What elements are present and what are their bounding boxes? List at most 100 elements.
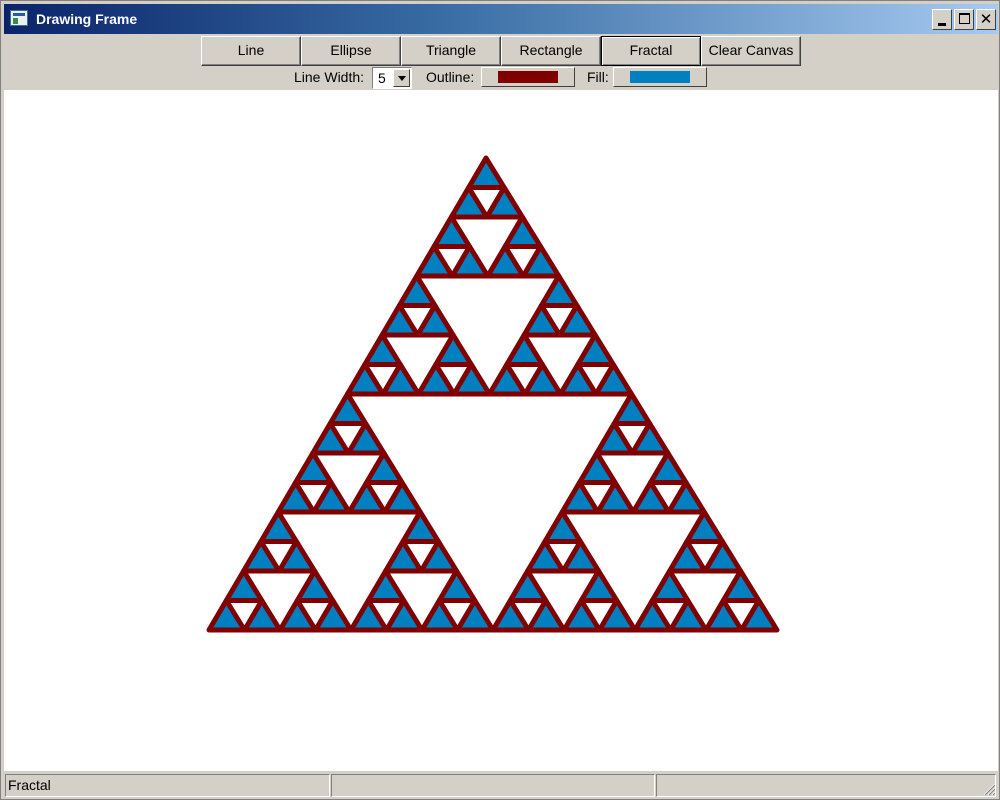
- fractal-triangle: [595, 480, 636, 515]
- fractal-triangle: [431, 214, 473, 249]
- fractal-triangle: [648, 450, 689, 485]
- fractal-triangle: [362, 332, 403, 367]
- status-pane-mode: Fractal: [5, 774, 330, 797]
- status-pane-2: [331, 774, 655, 797]
- fractal-triangle: [433, 332, 474, 367]
- fractal-triangle: [525, 539, 566, 574]
- clear-canvas-button[interactable]: Clear Canvas: [701, 36, 801, 66]
- fractal-triangle: [490, 598, 531, 633]
- fractal-triangle: [348, 598, 389, 633]
- sierpinski-fractal-drawing: [206, 155, 780, 633]
- fractal-triangle: [327, 391, 369, 426]
- fill-color-button[interactable]: [613, 67, 707, 87]
- fill-label: Fill:: [587, 69, 609, 85]
- fractal-triangle: [522, 362, 563, 397]
- fractal-triangle: [466, 155, 507, 190]
- close-button[interactable]: ✕: [976, 9, 996, 30]
- status-bar: Fractal: [4, 773, 998, 798]
- fractal-triangle: [629, 421, 671, 456]
- fractal-triangle: [487, 362, 528, 397]
- fractal-triangle: [310, 421, 351, 456]
- fractal-triangle: [242, 598, 283, 633]
- fractal-triangle: [632, 598, 673, 633]
- ellipse-button[interactable]: Ellipse: [301, 36, 401, 66]
- fractal-triangle: [364, 450, 405, 485]
- fractal-triangle: [455, 598, 496, 633]
- fractal-triangle: [630, 480, 672, 515]
- fractal-triangle: [507, 568, 549, 603]
- fractal-triangle: [293, 450, 334, 485]
- fractal-triangle: [419, 598, 460, 633]
- fractal-triangle: [611, 391, 653, 426]
- outline-color-swatch: [498, 71, 558, 83]
- fractal-triangle: [241, 539, 282, 574]
- maximize-icon: [959, 13, 970, 24]
- resize-grip-icon[interactable]: [982, 782, 996, 796]
- window-title: Drawing Frame: [36, 11, 138, 27]
- fractal-triangle: [223, 568, 265, 603]
- fractal-triangle: [382, 480, 423, 515]
- fractal-triangle: [383, 539, 424, 574]
- title-bar[interactable]: Drawing Frame ✕: [4, 4, 998, 34]
- fractal-triangle: [703, 598, 744, 633]
- fractal-triangle: [275, 480, 317, 515]
- minimize-button[interactable]: [932, 9, 952, 30]
- fractal-triangle: [485, 244, 526, 279]
- fractal-triangle: [415, 303, 456, 338]
- fractal-triangle: [345, 421, 387, 456]
- fractal-button[interactable]: Fractal: [601, 36, 701, 66]
- fractal-triangle: [379, 303, 421, 338]
- app-window-icon[interactable]: [10, 10, 28, 26]
- fractal-triangle: [365, 568, 407, 603]
- fractal-triangle: [526, 598, 567, 633]
- fractal-triangle: [684, 509, 725, 544]
- rectangle-button[interactable]: Rectangle: [501, 36, 601, 66]
- fractal-triangle: [702, 539, 744, 574]
- fractal-triangle: [436, 568, 478, 603]
- fractal-triangle: [559, 480, 601, 515]
- fractal-triangle: [521, 303, 563, 338]
- fractal-triangle: [538, 273, 580, 308]
- drawing-canvas[interactable]: [4, 90, 998, 771]
- fractal-triangle: [558, 362, 599, 397]
- fractal-triangle: [451, 362, 492, 397]
- line-width-label: Line Width:: [294, 69, 365, 85]
- fractal-triangle: [484, 185, 525, 220]
- fractal-triangle: [577, 450, 618, 485]
- outline-label: Outline:: [426, 69, 475, 85]
- line-button[interactable]: Line: [201, 36, 301, 66]
- outline-color-button[interactable]: [481, 67, 575, 87]
- fractal-triangle: [504, 332, 545, 367]
- chevron-down-icon[interactable]: [393, 69, 410, 87]
- fractal-triangle: [597, 598, 638, 633]
- fractal-triangle: [313, 598, 354, 633]
- fractal-triangle: [416, 362, 457, 397]
- fractal-triangle: [448, 185, 490, 220]
- fractal-triangle: [557, 303, 598, 338]
- status-pane-3: [656, 774, 996, 797]
- toolbar: Line Ellipse Triangle Rectangle Fractal …: [4, 34, 998, 90]
- fractal-triangle: [666, 480, 707, 515]
- fractal-triangle: [668, 598, 709, 633]
- fractal-triangle: [380, 362, 421, 397]
- drawing-frame-window: Drawing Frame ✕ Line Ellipse Triangle Re…: [0, 0, 1000, 800]
- fractal-triangle: [396, 273, 438, 308]
- line-width-value: 5: [378, 70, 386, 86]
- fractal-triangle: [276, 539, 318, 574]
- fractal-triangle: [575, 332, 616, 367]
- fractal-triangle: [542, 509, 583, 544]
- fractal-triangle: [593, 362, 634, 397]
- fractal-triangle: [346, 480, 388, 515]
- maximize-button[interactable]: [954, 9, 974, 30]
- fractal-triangle: [720, 568, 762, 603]
- line-width-select[interactable]: 5: [372, 67, 412, 89]
- triangle-button[interactable]: Triangle: [401, 36, 501, 66]
- fractal-triangle: [345, 362, 386, 397]
- fractal-triangle: [384, 598, 425, 633]
- fractal-triangle: [449, 244, 491, 279]
- fractal-triangle: [594, 421, 635, 456]
- fill-color-swatch: [630, 71, 690, 83]
- fractal-triangle: [400, 509, 441, 544]
- fractal-triangle: [311, 480, 352, 515]
- fractal-triangle: [667, 539, 708, 574]
